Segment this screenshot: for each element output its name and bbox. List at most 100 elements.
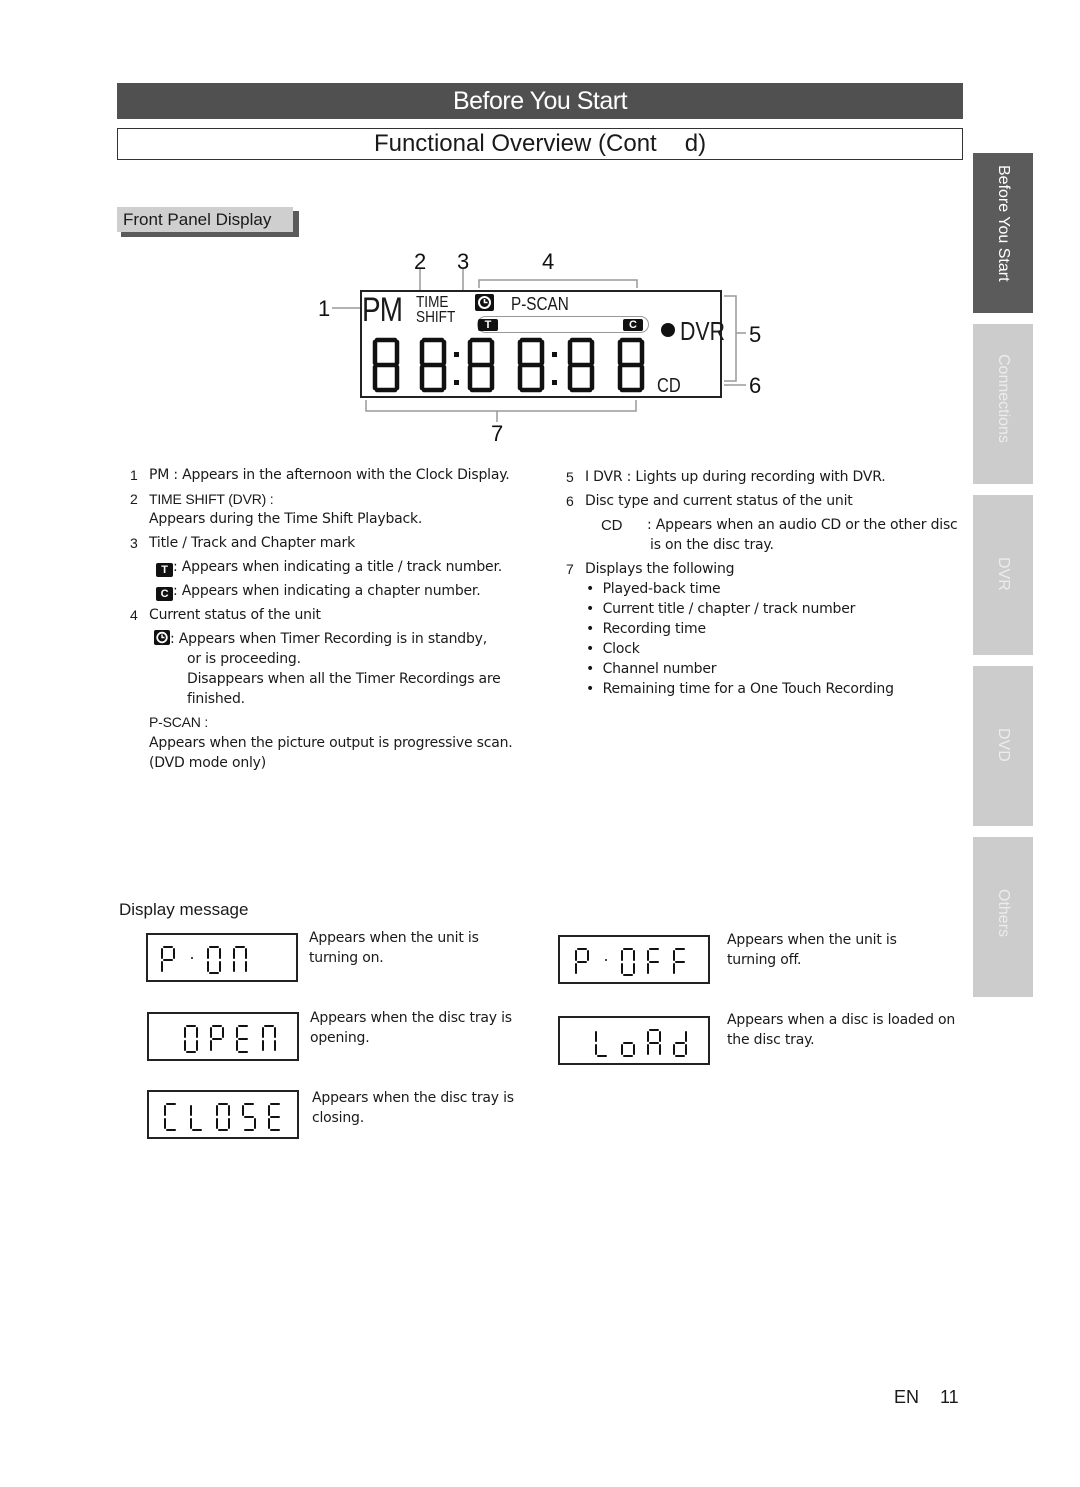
display-box-p-off [558, 935, 710, 984]
display-char [216, 1103, 230, 1131]
item-4-pscan-line-2: (DVD mode only) [149, 755, 267, 771]
item-4-timer-line-4: finished. [187, 691, 245, 707]
section-header: Before You Start [117, 83, 963, 119]
item-4-title: Current status of the unit [149, 607, 321, 623]
title-mark-icon: T [156, 563, 173, 577]
page-title-suffix: d) [684, 130, 707, 157]
display-box-p-on [146, 933, 298, 982]
display-char [673, 1031, 687, 1057]
display-char [575, 948, 589, 974]
lcd-digit [467, 337, 495, 393]
item-4-timer-line-2: or is proceeding. [187, 651, 301, 667]
item-6-number: 6 [566, 493, 574, 509]
callout-4: 4 [542, 249, 555, 274]
lcd-time-label: TIME [416, 294, 449, 311]
item-4-pscan-title: P-SCAN : [149, 714, 209, 730]
colon-dot [454, 380, 459, 385]
display-char [647, 948, 659, 974]
chapter-mark-icon: C [623, 319, 643, 331]
page-title: Functional Overview (Cont d) [117, 128, 963, 160]
side-tab-before-you-start[interactable]: Before You Start [973, 153, 1033, 313]
bullet-item: • Remaining time for a One Touch Recordi… [586, 681, 894, 697]
item-6-line-1: : Appears when an audio CD or the other … [647, 517, 958, 533]
side-tab-label: Connections [995, 354, 1012, 443]
item-3-number: 3 [130, 535, 138, 551]
side-tab-dvr[interactable]: DVR [973, 495, 1033, 655]
item-4-timer-line-3: Disappears when all the Timer Recordings… [187, 671, 501, 687]
display-char [647, 1029, 661, 1055]
message-desc-line-2: opening. [310, 1030, 370, 1046]
chapter-mark-icon: C [156, 587, 173, 601]
lcd-digits [372, 337, 645, 393]
callout-5: 5 [749, 322, 762, 347]
message-desc-line-1: Appears when the disc tray is [310, 1010, 512, 1026]
display-char [210, 1025, 224, 1051]
message-desc-line-2: closing. [312, 1110, 364, 1126]
item-6-title: Disc type and current status of the unit [585, 493, 853, 509]
bullet-item: • Current title / chapter / track number [586, 601, 856, 617]
message-desc-line-1: Appears when the unit is [309, 930, 479, 946]
page-number: 11 [940, 1387, 959, 1407]
display-char [233, 946, 247, 972]
callout-6: 6 [749, 373, 762, 398]
side-tab-connections[interactable]: Connections [973, 324, 1033, 484]
item-4-number: 4 [130, 607, 138, 623]
display-char [621, 1042, 635, 1057]
lcd-digit [567, 337, 595, 393]
message-desc-line-1: Appears when the disc tray is [312, 1090, 514, 1106]
display-char [184, 1025, 198, 1053]
callout-1: 1 [318, 296, 331, 321]
side-tab-dvd[interactable]: DVD [973, 666, 1033, 826]
item-4-timer-line-1: : Appears when Timer Recording is in sta… [170, 631, 487, 647]
bullet-item: • Played-back time [586, 581, 721, 597]
message-desc-line-2: turning off. [727, 952, 802, 968]
item-4-pscan-line-1: Appears when the picture output is progr… [149, 735, 513, 751]
lcd-pm: PM [362, 291, 403, 329]
lcd-pscan: P-SCAN [511, 294, 569, 314]
item-2-text: Appears during the Time Shift Playback. [149, 511, 423, 527]
item-2-title: TIME SHIFT (DVR) : [149, 491, 274, 507]
message-desc-line-1: Appears when the unit is [727, 932, 897, 948]
display-char [207, 946, 221, 974]
item-3-title-mark-text: : Appears when indicating a title / trac… [173, 559, 502, 575]
item-3-chapter-mark-text: : Appears when indicating a chapter numb… [173, 583, 481, 599]
display-box-open [147, 1012, 299, 1061]
display-char [242, 1103, 256, 1131]
item-6-cd-label: CD [601, 517, 623, 534]
display-char [190, 1105, 202, 1131]
bullet-item: • Clock [586, 641, 640, 657]
item-4-timer: : Appears when Timer Recording is in sta… [154, 629, 487, 649]
item-7-title: Displays the following [585, 561, 735, 577]
item-5-number: 5 [566, 469, 574, 485]
lcd-shift-label: SHIFT [416, 309, 456, 326]
item-6-line-2: is on the disc tray. [650, 537, 774, 553]
side-tab-others[interactable]: Others [973, 837, 1033, 997]
display-message-heading: Display message [119, 900, 249, 919]
display-char [161, 946, 175, 972]
display-box-close [147, 1090, 299, 1139]
message-desc-line-1: Appears when a disc is loaded on [727, 1012, 956, 1028]
timer-clock-icon [154, 630, 170, 645]
display-box-load [558, 1016, 710, 1065]
lcd-cd: CD [657, 375, 681, 397]
callout-2: 2 [414, 249, 427, 274]
display-char [673, 948, 685, 974]
side-tab-label: Before You Start [995, 165, 1012, 282]
callout-7: 7 [491, 421, 504, 446]
display-char [621, 948, 635, 976]
message-desc-line-2: turning on. [309, 950, 384, 966]
bullet-item: • Recording time [586, 621, 706, 637]
item-2-number: 2 [130, 491, 138, 507]
page-title-prefix: Functional Overview (Cont [373, 130, 657, 157]
item-3-title-mark: T: Appears when indicating a title / tra… [156, 557, 502, 577]
item-3-title: Title / Track and Chapter mark [149, 535, 355, 551]
colon-dot [454, 352, 459, 357]
display-char [164, 1103, 176, 1131]
side-tab-label: Others [995, 889, 1012, 938]
item-5-text: I DVR : Lights up during recording with … [585, 469, 886, 485]
lcd-time-shift: TIME SHIFT [416, 294, 456, 326]
title-mark-icon: T [478, 319, 498, 331]
item-1-number: 1 [130, 467, 138, 483]
lcd-digit [419, 337, 447, 393]
display-char [595, 1031, 607, 1057]
